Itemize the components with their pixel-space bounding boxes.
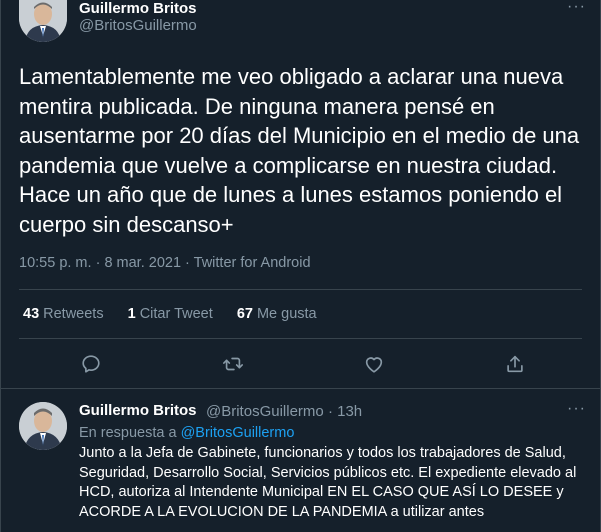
like-icon xyxy=(365,357,383,373)
retweets-stat[interactable]: 43 Retweets xyxy=(23,306,104,322)
reply-author-meta: @BritosGuillermo · 13h xyxy=(206,403,362,420)
more-options-icon[interactable]: ··· xyxy=(567,0,586,16)
tweet-date[interactable]: 8 mar. 2021 xyxy=(104,255,181,271)
share-icon xyxy=(507,355,523,373)
in-reply-prefix: En respuesta a xyxy=(79,425,177,441)
reply-text: Junto a la Jefa de Gabinete, funcionario… xyxy=(79,445,577,520)
reply-icon xyxy=(82,355,100,373)
quotes-count: 1 xyxy=(127,306,136,322)
avatar-photo-icon xyxy=(19,402,67,450)
likes-label: Me gusta xyxy=(256,306,317,322)
retweet-icon xyxy=(223,357,243,371)
retweet-button[interactable] xyxy=(219,350,247,378)
author-name[interactable]: Guillermo Britos xyxy=(79,0,197,17)
tweet-detail-view: Guillermo Britos @BritosGuillermo ··· La… xyxy=(0,0,601,532)
reply-author-handle[interactable]: @BritosGuillermo xyxy=(206,403,324,420)
quotes-stat[interactable]: 1 Citar Tweet xyxy=(128,306,213,322)
meta-separator: · xyxy=(327,403,338,420)
reply-button[interactable] xyxy=(77,350,105,378)
tweet-time[interactable]: 10:55 p. m. xyxy=(19,255,92,271)
tweet-text: Lamentablemente me veo obligado a aclara… xyxy=(19,64,580,237)
divider xyxy=(1,388,600,389)
divider xyxy=(19,289,582,290)
likes-stat[interactable]: 67 Me gusta xyxy=(237,306,317,322)
tweet-meta: 10:55 p. m. · 8 mar. 2021 · Twitter for … xyxy=(19,255,311,271)
in-reply-to: En respuesta a @BritosGuillermo xyxy=(79,425,294,441)
reply-author-name[interactable]: Guillermo Britos xyxy=(79,402,197,419)
reply-more-options-icon[interactable]: ··· xyxy=(567,400,586,418)
divider xyxy=(19,338,582,339)
reply-author-avatar[interactable] xyxy=(19,402,67,450)
tweet-stats: 43 Retweets 1 Citar Tweet 67 Me gusta xyxy=(23,306,337,322)
quotes-label: Citar Tweet xyxy=(139,306,213,322)
tweet-actions xyxy=(1,350,601,378)
retweets-label: Retweets xyxy=(43,306,104,322)
likes-count: 67 xyxy=(236,306,253,322)
share-button[interactable] xyxy=(501,350,529,378)
meta-separator: · xyxy=(185,255,194,271)
tweet-source[interactable]: Twitter for Android xyxy=(194,255,311,271)
avatar-photo-icon xyxy=(19,0,67,42)
reply-time[interactable]: 13h xyxy=(337,403,362,420)
like-button[interactable] xyxy=(360,350,388,378)
author-handle[interactable]: @BritosGuillermo xyxy=(79,17,197,34)
retweets-count: 43 xyxy=(23,306,40,322)
in-reply-handle-link[interactable]: @BritosGuillermo xyxy=(181,425,295,441)
author-avatar[interactable] xyxy=(19,0,67,42)
